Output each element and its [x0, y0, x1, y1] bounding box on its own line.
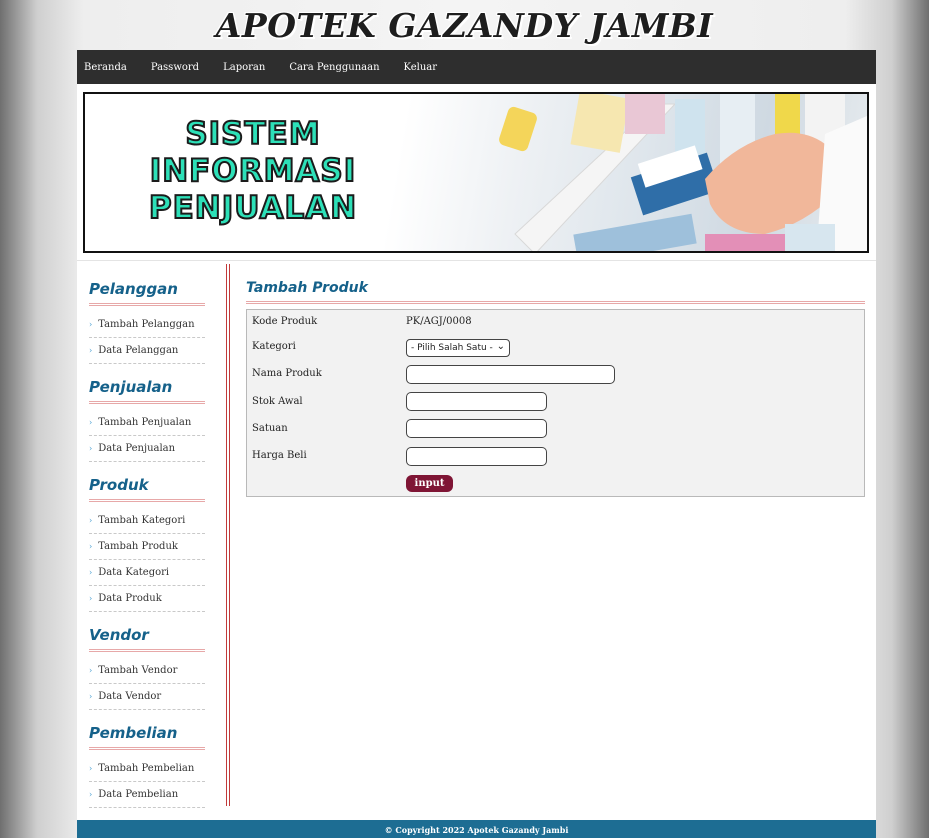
header-banner: SISTEM INFORMASI PENJUALAN	[83, 92, 869, 253]
nav-password[interactable]: Password	[151, 62, 199, 73]
form-row-harga: Harga Beli	[252, 450, 406, 461]
banner-heading: SISTEM INFORMASI PENJUALAN	[138, 115, 368, 227]
nav-laporan[interactable]: Laporan	[223, 62, 265, 73]
pharmacy-shelf-illustration	[499, 94, 867, 251]
triangle-bullet-icon: ›	[89, 790, 93, 799]
satuan-input[interactable]	[406, 419, 547, 438]
kategori-label: Kategori	[252, 341, 296, 352]
triangle-bullet-icon: ›	[89, 516, 93, 525]
main-content: Tambah Produk Kode Produk PK/AGJ/0008 Ka…	[246, 280, 865, 497]
page-title: Tambah Produk	[246, 280, 865, 304]
kategori-select[interactable]: - Pilih Salah Satu - ⌄	[406, 339, 510, 357]
input-submit-button[interactable]: input	[406, 475, 453, 492]
sidebar-item-data-pembelian[interactable]: › Data Pembelian	[89, 782, 205, 808]
form-row-stok: Stok Awal	[252, 396, 406, 407]
sidebar-heading: Vendor	[89, 626, 205, 652]
sidebar-item-tambah-kategori[interactable]: › Tambah Kategori	[89, 508, 205, 534]
harga-beli-label: Harga Beli	[252, 450, 307, 461]
sidebar-item-tambah-pembelian[interactable]: › Tambah Pembelian	[89, 756, 205, 782]
kode-produk-label: Kode Produk	[252, 316, 318, 327]
page-container: Beranda Password Laporan Cara Penggunaan…	[77, 50, 876, 838]
triangle-bullet-icon: ›	[89, 444, 93, 453]
form-row-satuan: Satuan	[252, 423, 406, 434]
stok-awal-label: Stok Awal	[252, 396, 303, 407]
triangle-bullet-icon: ›	[89, 320, 93, 329]
sidebar-item-data-vendor[interactable]: › Data Vendor	[89, 684, 205, 710]
sidebar-item-data-kategori[interactable]: › Data Kategori	[89, 560, 205, 586]
sidebar-heading: Pelanggan	[89, 280, 205, 306]
top-navbar: Beranda Password Laporan Cara Penggunaan…	[77, 50, 876, 84]
sidebar-item-tambah-pelanggan[interactable]: › Tambah Pelanggan	[89, 312, 205, 338]
sidebar-item-data-penjualan[interactable]: › Data Penjualan	[89, 436, 205, 462]
nama-produk-label: Nama Produk	[252, 368, 322, 379]
banner-line-3: PENJUALAN	[148, 189, 358, 227]
sidebar-item-data-pelanggan[interactable]: › Data Pelanggan	[89, 338, 205, 364]
sidebar-section-pelanggan: Pelanggan › Tambah Pelanggan › Data Pelang…	[89, 280, 205, 364]
nama-produk-input[interactable]	[406, 365, 615, 384]
triangle-bullet-icon: ›	[89, 346, 93, 355]
banner-line-1: SISTEM	[184, 115, 321, 153]
product-form: Kode Produk PK/AGJ/0008 Kategori - Pilih…	[246, 309, 865, 497]
triangle-bullet-icon: ›	[89, 542, 93, 551]
footer: © Copyright 2022 Apotek Gazandy Jambi	[77, 820, 876, 838]
triangle-bullet-icon: ›	[89, 418, 93, 427]
sidebar-heading: Pembelian	[89, 724, 205, 750]
sidebar-item-tambah-vendor[interactable]: › Tambah Vendor	[89, 658, 205, 684]
sidebar-section-vendor: Vendor › Tambah Vendor › Data Vendor	[89, 626, 205, 710]
sidebar-item-data-produk[interactable]: › Data Produk	[89, 586, 205, 612]
triangle-bullet-icon: ›	[89, 594, 93, 603]
column-separator	[226, 264, 230, 806]
sidebar-heading: Produk	[89, 476, 205, 502]
nav-cara-penggunaan[interactable]: Cara Penggunaan	[289, 62, 379, 73]
nav-beranda[interactable]: Beranda	[84, 62, 127, 73]
sidebar-item-tambah-produk[interactable]: › Tambah Produk	[89, 534, 205, 560]
banner-line-2: INFORMASI	[149, 152, 357, 190]
sidebar-heading: Penjualan	[89, 378, 205, 404]
triangle-bullet-icon: ›	[89, 666, 93, 675]
sidebar-section-pembelian: Pembelian › Tambah Pembelian › Data Pembel…	[89, 724, 205, 808]
stok-awal-input[interactable]	[406, 392, 547, 411]
triangle-bullet-icon: ›	[89, 692, 93, 701]
sidebar-item-tambah-penjualan[interactable]: › Tambah Penjualan	[89, 410, 205, 436]
form-row-kode: Kode Produk	[252, 316, 406, 327]
satuan-label: Satuan	[252, 423, 288, 434]
chevron-down-icon: ⌄	[496, 341, 505, 352]
form-row-kategori: Kategori	[252, 341, 406, 352]
banner-divider	[77, 260, 876, 261]
triangle-bullet-icon: ›	[89, 568, 93, 577]
form-row-nama: Nama Produk	[252, 368, 406, 379]
kode-produk-value: PK/AGJ/0008	[406, 316, 472, 327]
sidebar: Pelanggan › Tambah Pelanggan › Data Pelang…	[89, 280, 205, 808]
site-title: APOTEK GAZANDY JAMBI	[215, 6, 714, 45]
nav-keluar[interactable]: Keluar	[404, 62, 438, 73]
harga-beli-input[interactable]	[406, 447, 547, 466]
triangle-bullet-icon: ›	[89, 764, 93, 773]
sidebar-section-produk: Produk › Tambah Kategori › Tambah Produk ›…	[89, 476, 205, 612]
sidebar-section-penjualan: Penjualan › Tambah Penjualan › Data Penjua…	[89, 378, 205, 462]
banner-shelf-decoration	[475, 94, 867, 251]
